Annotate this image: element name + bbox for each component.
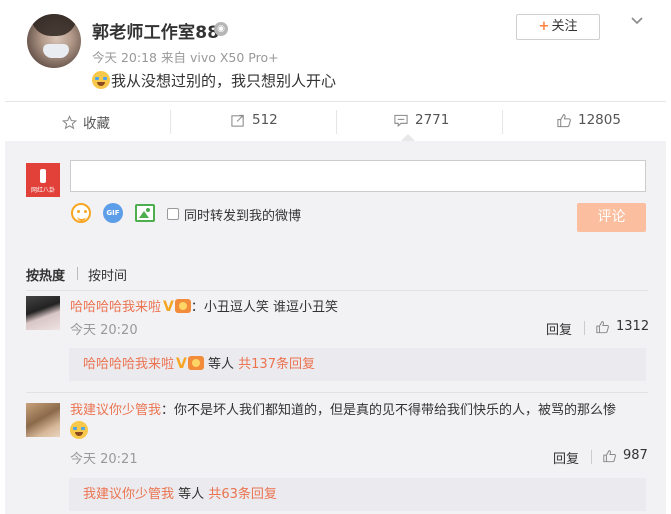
gif-icon[interactable]: GIF <box>103 203 123 223</box>
star-icon <box>62 114 77 129</box>
sub-replies-link[interactable]: 哈哈哈哈我来啦 V 等人 共137条回复 <box>69 348 646 381</box>
like-button[interactable]: 12805 <box>556 112 621 128</box>
sort-separator <box>77 267 78 280</box>
post-content: 我从没想过别的，我只想别人开心 <box>92 70 336 91</box>
like-icon <box>603 449 616 462</box>
comment-text: ：你不是坏人我们都知道的，但是真的见不得带给我们快乐的人，被骂的那么惨 <box>161 403 617 418</box>
comment-input[interactable] <box>70 160 646 192</box>
vip-badge-icon: V <box>163 299 174 315</box>
post-meta: 今天 20:18 来自 vivo X50 Pro+ <box>92 50 279 65</box>
comment-body: 我建议你少管我：你不是坏人我们都知道的，但是真的见不得带给我们快乐的人，被骂的那… <box>70 400 650 443</box>
sub-replies-link[interactable]: 我建议你少管我 等人 共63条回复 <box>69 478 646 511</box>
divider <box>5 101 666 102</box>
comment-body: 哈哈哈哈我来啦 V ：小丑逗人笑 谁逗小丑笑 <box>70 296 338 315</box>
vip-badge-icon: V <box>176 356 187 372</box>
divider <box>26 392 648 393</box>
comment-avatar[interactable] <box>26 403 60 437</box>
picture-icon[interactable] <box>135 204 155 222</box>
comment-like-button[interactable]: 1312 <box>595 319 649 334</box>
favorite-button[interactable]: 收藏 <box>62 112 110 132</box>
comment-username[interactable]: 哈哈哈哈我来啦 <box>70 300 161 315</box>
medal-icon <box>187 356 204 370</box>
active-tab-pointer <box>401 134 415 141</box>
separator <box>591 450 592 464</box>
reply-button[interactable]: 回复 <box>546 319 572 338</box>
crying-emoji-icon <box>92 71 110 89</box>
comment-tab[interactable]: 2771 <box>393 112 449 128</box>
author-avatar[interactable] <box>27 14 81 68</box>
chevron-down-icon[interactable] <box>630 14 644 28</box>
submit-comment-button[interactable]: 评论 <box>577 203 646 232</box>
comment-avatar[interactable] <box>26 296 60 330</box>
repost-checkbox[interactable] <box>167 208 179 220</box>
comment-text: ：小丑逗人笑 谁逗小丑笑 <box>190 300 338 315</box>
repost-button[interactable]: 512 <box>230 112 278 128</box>
like-icon <box>596 320 609 333</box>
my-avatar: 网红八卦 <box>26 163 60 197</box>
sub-reply-username: 我建议你少管我 <box>83 487 175 502</box>
comment-like-button[interactable]: 987 <box>602 448 648 463</box>
action-separator <box>336 110 337 134</box>
divider <box>26 290 648 291</box>
smile-icon[interactable] <box>71 203 91 223</box>
sub-reply-username: 哈哈哈哈我来啦 <box>83 357 175 372</box>
sort-by-time[interactable]: 按时间 <box>88 265 127 284</box>
reply-button[interactable]: 回复 <box>553 448 579 467</box>
comment-icon <box>394 114 408 127</box>
repost-icon <box>231 114 244 127</box>
sort-by-hot[interactable]: 按热度 <box>26 265 65 284</box>
user-level-icon: ◉ <box>214 22 228 36</box>
action-separator <box>502 110 503 134</box>
comment-username[interactable]: 我建议你少管我 <box>70 403 161 418</box>
medal-icon <box>174 299 191 313</box>
action-separator <box>170 110 171 134</box>
comment-time: 今天 20:20 <box>70 323 138 338</box>
repost-checkbox-label[interactable]: 同时转发到我的微博 <box>184 205 301 224</box>
comment-time: 今天 20:21 <box>70 452 138 467</box>
crying-emoji-icon <box>70 421 88 439</box>
like-icon <box>557 113 571 127</box>
follow-button[interactable]: + 关注 <box>516 14 600 40</box>
separator <box>584 321 585 335</box>
author-name[interactable]: 郭老师工作室88 <box>92 18 219 43</box>
